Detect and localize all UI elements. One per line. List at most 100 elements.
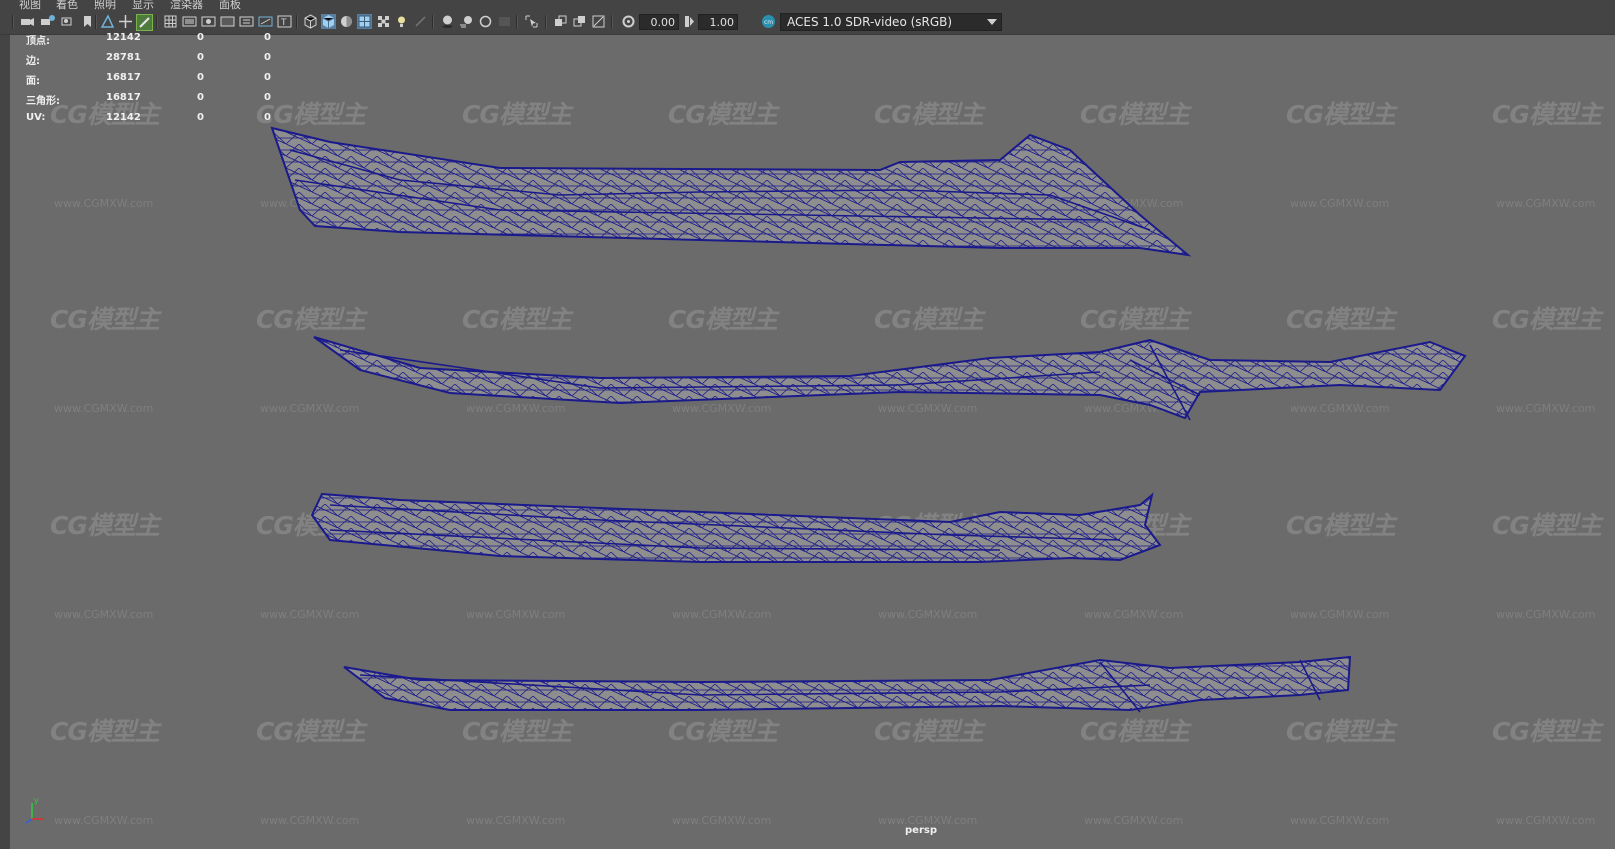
watermark-url: www.CGMXW.com <box>1496 197 1596 210</box>
watermark-url: www.CGMXW.com <box>260 814 360 827</box>
watermark-url: www.CGMXW.com <box>1084 197 1184 210</box>
xray-icon[interactable] <box>553 14 568 29</box>
gamma-field[interactable]: 1.00 <box>698 14 738 30</box>
safe-action-icon[interactable] <box>258 14 273 29</box>
watermark-url: www.CGMXW.com <box>878 608 978 621</box>
gate-mask-icon[interactable] <box>220 14 235 29</box>
viewport-toolbar: T 0.00 1.00 cm ACES 1.0 SDR-video (sRGB) <box>0 10 1615 35</box>
watermark-logo: CG模型主 <box>874 305 984 334</box>
watermark-url: www.CGMXW.com <box>54 197 154 210</box>
watermark-logo: CG模型主 <box>256 717 366 746</box>
view-transform-value: ACES 1.0 SDR-video (sRGB) <box>787 15 953 29</box>
textured-icon[interactable] <box>376 14 391 29</box>
shadows-icon[interactable] <box>413 14 428 29</box>
camera-attributes-icon[interactable] <box>40 14 55 29</box>
menu-shading[interactable]: 着色 <box>56 0 78 10</box>
camera-select-icon[interactable] <box>20 14 35 29</box>
watermark-url: www.CGMXW.com <box>260 402 360 415</box>
watermark-logo: CG模型主 <box>1080 511 1190 540</box>
panel-left-edge <box>0 35 10 849</box>
watermark-url: www.CGMXW.com <box>54 814 154 827</box>
wireframe-on-shaded-icon[interactable] <box>357 14 372 29</box>
hud-value: 0 <box>197 92 204 103</box>
watermark-logo: CG模型主 <box>1492 100 1602 129</box>
menu-panels[interactable]: 面板 <box>219 0 241 10</box>
hud-value: 16817 <box>106 72 141 83</box>
menu-renderer[interactable]: 渲染器 <box>170 0 203 10</box>
watermark-logo: CG模型主 <box>256 100 366 129</box>
watermark-logo: CG模型主 <box>462 305 572 334</box>
chevron-down-icon <box>987 19 997 25</box>
wireframe-icon[interactable] <box>303 14 318 29</box>
hud-value: 0 <box>264 112 271 123</box>
hud-value: 0 <box>197 112 204 123</box>
field-chart-icon[interactable] <box>239 14 254 29</box>
lights-icon[interactable] <box>394 14 409 29</box>
xray-joints-icon[interactable] <box>572 14 587 29</box>
watermark-url: www.CGMXW.com <box>1084 608 1184 621</box>
default-material-icon[interactable] <box>339 14 354 29</box>
isolate-select-icon[interactable] <box>524 14 539 29</box>
watermark-url: www.CGMXW.com <box>1290 402 1390 415</box>
watermark-logo: CG模型主 <box>668 717 778 746</box>
watermark-logo: CG模型主 <box>462 511 572 540</box>
watermark-logo: CG模型主 <box>256 305 366 334</box>
hud-value: 12142 <box>106 32 141 43</box>
bookmark-icon[interactable] <box>80 14 95 29</box>
backface-culling-icon[interactable] <box>591 14 606 29</box>
watermark-url: www.CGMXW.com <box>260 197 360 210</box>
watermark-url: www.CGMXW.com <box>1496 402 1596 415</box>
watermark-logo: CG模型主 <box>668 511 778 540</box>
depth-of-field-icon[interactable] <box>497 14 512 29</box>
watermark-url: www.CGMXW.com <box>54 402 154 415</box>
hud-label: 三角形: <box>26 96 60 107</box>
watermark-url: www.CGMXW.com <box>260 608 360 621</box>
multisample-aa-icon[interactable] <box>478 14 493 29</box>
grease-pencil-icon[interactable] <box>136 14 153 31</box>
resolution-gate-icon[interactable] <box>201 14 216 29</box>
watermark-logo: CG模型主 <box>1492 511 1602 540</box>
gamma-icon[interactable] <box>682 14 697 29</box>
watermark-logo: CG模型主 <box>50 717 160 746</box>
film-gate-icon[interactable] <box>182 14 197 29</box>
watermark-url: www.CGMXW.com <box>1290 608 1390 621</box>
hud-value: 28781 <box>106 52 141 63</box>
image-plane-icon[interactable] <box>100 14 115 29</box>
smooth-shade-icon[interactable] <box>321 14 336 29</box>
watermark-logo: CG模型主 <box>1080 100 1190 129</box>
watermark-logo: CG模型主 <box>462 100 572 129</box>
svg-text:T: T <box>280 18 287 28</box>
grid-icon[interactable] <box>163 14 178 29</box>
watermark-url: www.CGMXW.com <box>878 197 978 210</box>
2d-pan-zoom-icon[interactable] <box>118 14 133 29</box>
watermark-logo: CG模型主 <box>1286 511 1396 540</box>
hud-label: 顶点: <box>26 36 50 47</box>
watermark-logo: CG模型主 <box>256 511 366 540</box>
watermark-url: www.CGMXW.com <box>54 608 154 621</box>
menu-lighting[interactable]: 照明 <box>94 0 116 10</box>
exposure-field[interactable]: 0.00 <box>639 14 679 30</box>
watermark-logo: CG模型主 <box>874 717 984 746</box>
watermark-logo: CG模型主 <box>50 305 160 334</box>
watermark-url: www.CGMXW.com <box>878 402 978 415</box>
safe-title-icon[interactable]: T <box>277 14 292 29</box>
bookmark-camera-icon[interactable] <box>60 14 75 29</box>
motion-blur-icon[interactable] <box>459 14 474 29</box>
hud-value: 12142 <box>106 112 141 123</box>
watermark-logo: CG模型主 <box>1080 305 1190 334</box>
ambient-occlusion-icon[interactable] <box>440 14 455 29</box>
color-management-icon[interactable]: cm <box>761 14 776 29</box>
watermark-url: www.CGMXW.com <box>1290 814 1390 827</box>
watermark-logo: CG模型主 <box>1492 717 1602 746</box>
hud-value: 0 <box>197 32 204 43</box>
axis-y-label: y <box>34 796 39 805</box>
watermark-logo: CG模型主 <box>1286 100 1396 129</box>
exposure-icon[interactable] <box>621 14 636 29</box>
menu-view[interactable]: 视图 <box>19 0 41 10</box>
menu-show[interactable]: 显示 <box>132 0 154 10</box>
camera-name-label: persp <box>905 825 937 836</box>
view-transform-dropdown[interactable]: ACES 1.0 SDR-video (sRGB) <box>780 13 1002 31</box>
hud-value: 16817 <box>106 92 141 103</box>
hud-value: 0 <box>264 92 271 103</box>
hud-value: 0 <box>264 52 271 63</box>
